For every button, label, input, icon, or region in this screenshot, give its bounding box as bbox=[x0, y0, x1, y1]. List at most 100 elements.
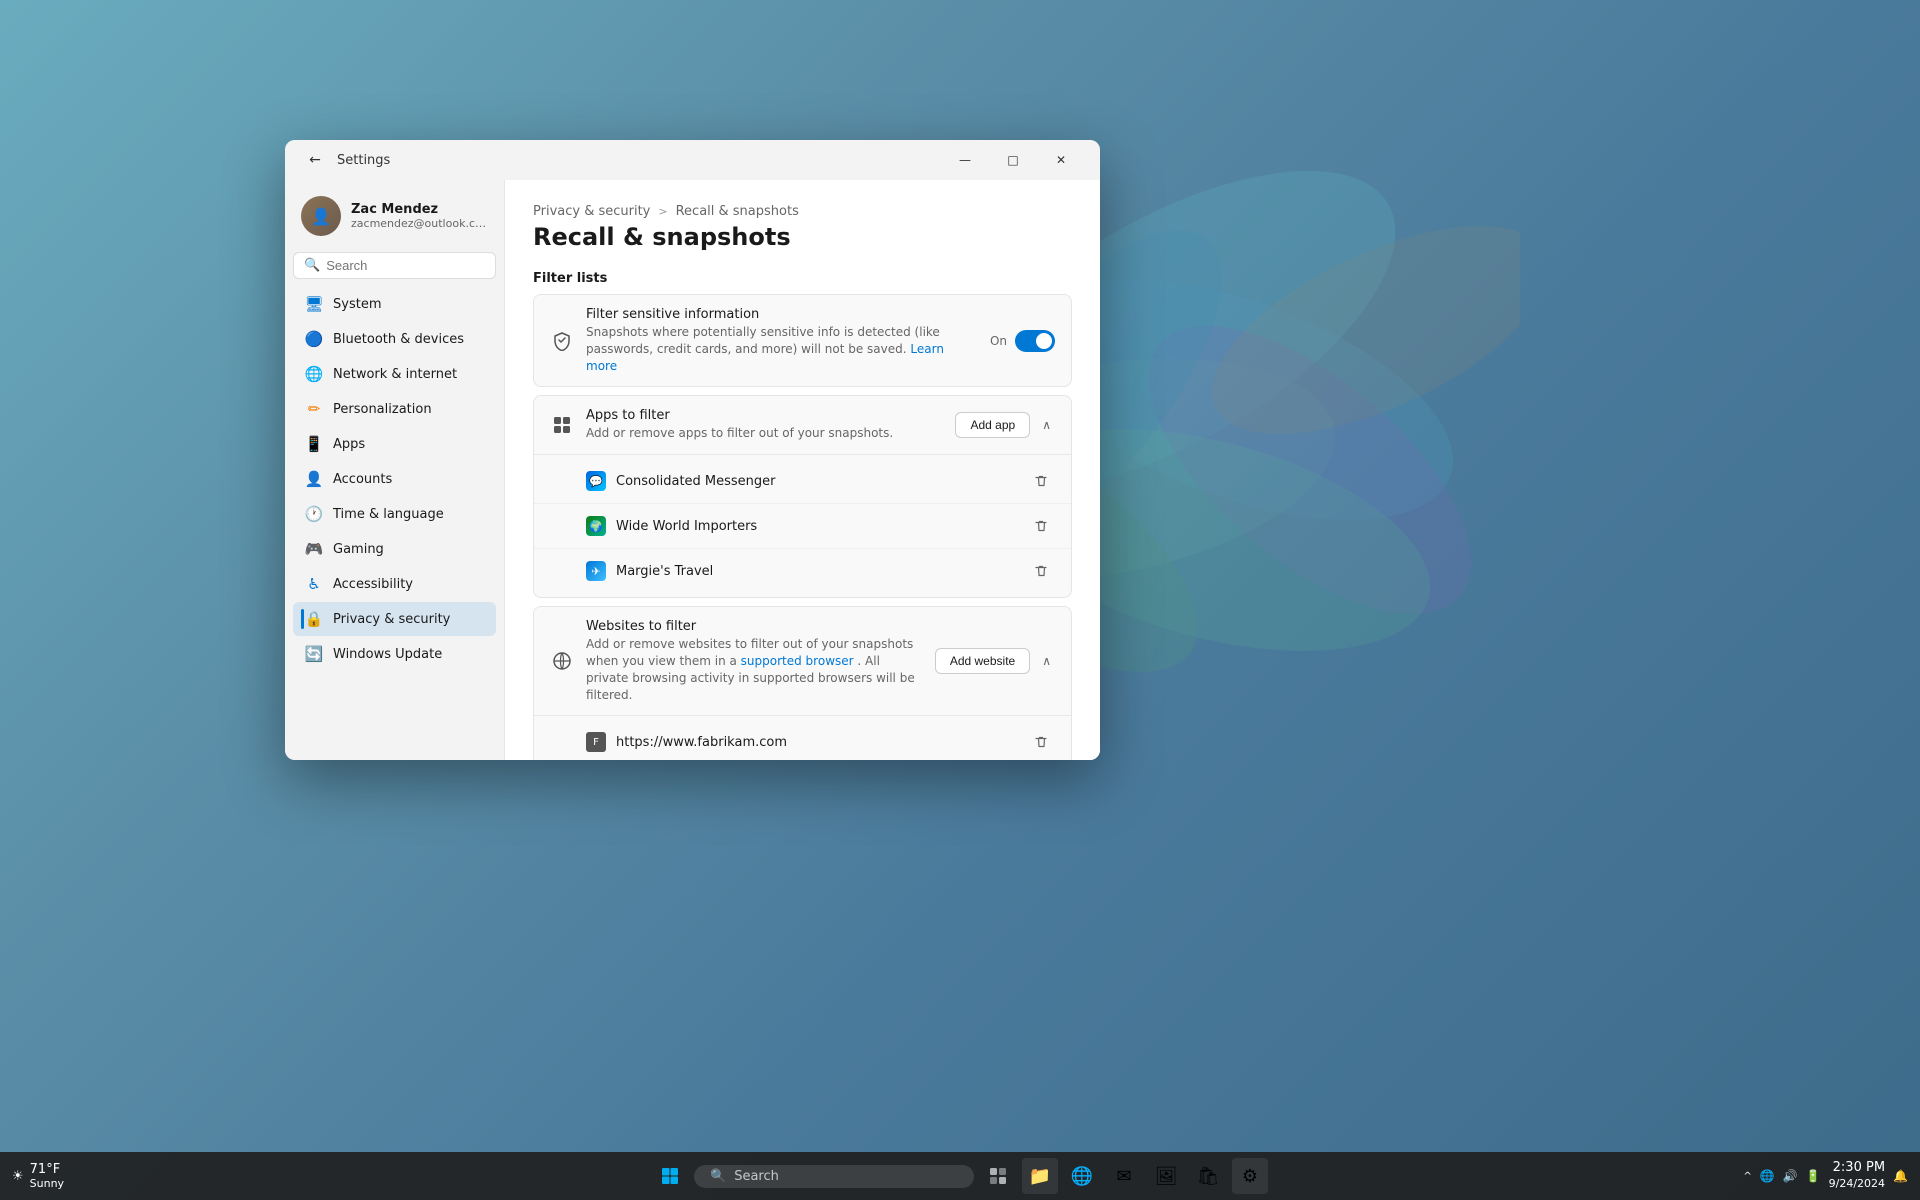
personalization-icon: ✏ bbox=[305, 400, 323, 418]
volume-icon[interactable]: 🔊 bbox=[1783, 1169, 1798, 1183]
sidebar-search-box[interactable]: 🔍 bbox=[293, 252, 496, 279]
websites-filter-chevron[interactable]: ∧ bbox=[1038, 650, 1055, 672]
apps-filter-action: Add app ∧ bbox=[955, 412, 1055, 438]
filter-lists-title: Filter lists bbox=[533, 271, 1072, 286]
apps-to-filter-header-row: Apps to filter Add or remove apps to fil… bbox=[534, 396, 1071, 455]
supported-browser-link[interactable]: supported browser bbox=[741, 654, 854, 668]
battery-icon[interactable]: 🔋 bbox=[1806, 1169, 1821, 1183]
sidebar-item-accessibility[interactable]: ♿ Accessibility bbox=[293, 567, 496, 601]
taskbar-icon-photos[interactable]: 🖼 bbox=[1148, 1158, 1184, 1194]
app-item-margies-travel: ✈ Margie's Travel bbox=[534, 549, 1071, 593]
sidebar-item-personalization[interactable]: ✏ Personalization bbox=[293, 392, 496, 426]
taskbar-time[interactable]: 2:30 PM 9/24/2024 bbox=[1829, 1160, 1885, 1191]
settings-body: 👤 Zac Mendez zacmendez@outlook.com 🔍 🖥 S… bbox=[285, 180, 1100, 760]
minimize-button[interactable]: — bbox=[942, 144, 988, 176]
sidebar-label-privacy: Privacy & security bbox=[333, 612, 450, 627]
avatar-image: 👤 bbox=[301, 196, 341, 236]
network-tray-icon[interactable]: 🌐 bbox=[1760, 1169, 1775, 1183]
weather-widget[interactable]: ☀ 71°F Sunny bbox=[12, 1162, 64, 1190]
taskbar: ☀ 71°F Sunny 🔍 Search bbox=[0, 1152, 1920, 1200]
explorer-icon: 📁 bbox=[1029, 1166, 1051, 1187]
breadcrumb-separator: > bbox=[658, 205, 667, 218]
margies-travel-name: Margie's Travel bbox=[616, 564, 1017, 579]
accounts-icon: 👤 bbox=[305, 470, 323, 488]
wide-world-importers-icon: 🌍 bbox=[586, 516, 606, 536]
taskbar-left: ☀ 71°F Sunny bbox=[12, 1162, 64, 1190]
filter-sensitive-desc-text: Snapshots where potentially sensitive in… bbox=[586, 325, 940, 356]
app-item-wide-world-importers: 🌍 Wide World Importers bbox=[534, 504, 1071, 549]
sidebar-label-accounts: Accounts bbox=[333, 472, 392, 487]
notification-icon[interactable]: 🔔 bbox=[1893, 1169, 1908, 1183]
apps-filter-chevron[interactable]: ∧ bbox=[1038, 414, 1055, 436]
sidebar-item-windows-update[interactable]: 🔄 Windows Update bbox=[293, 637, 496, 671]
sidebar-label-gaming: Gaming bbox=[333, 542, 384, 557]
taskbar-search[interactable]: 🔍 Search bbox=[694, 1165, 974, 1188]
sidebar-label-apps: Apps bbox=[333, 437, 365, 452]
add-app-button[interactable]: Add app bbox=[955, 412, 1030, 438]
sidebar-label-time: Time & language bbox=[333, 507, 444, 522]
user-email: zacmendez@outlook.com bbox=[351, 217, 488, 230]
filter-sensitive-toggle[interactable] bbox=[1015, 330, 1055, 352]
window-controls: — □ ✕ bbox=[942, 144, 1084, 176]
system-icon: 🖥 bbox=[305, 295, 323, 313]
weather-icon: ☀ bbox=[12, 1169, 24, 1184]
delete-fabrikam-button[interactable] bbox=[1027, 728, 1055, 756]
sidebar-label-network: Network & internet bbox=[333, 367, 457, 382]
sidebar-label-accessibility: Accessibility bbox=[333, 577, 413, 592]
sidebar-item-network[interactable]: 🌐 Network & internet bbox=[293, 357, 496, 391]
taskbar-icon-explorer[interactable]: 📁 bbox=[1022, 1158, 1058, 1194]
sidebar-search-input[interactable] bbox=[326, 258, 502, 273]
store-icon: 🛍 bbox=[1197, 1166, 1220, 1187]
sidebar-item-privacy[interactable]: 🔒 Privacy & security bbox=[293, 602, 496, 636]
settings-taskbar-icon: ⚙ bbox=[1242, 1166, 1258, 1187]
avatar-initial: 👤 bbox=[311, 207, 331, 226]
sidebar-label-windows-update: Windows Update bbox=[333, 647, 442, 662]
add-website-button[interactable]: Add website bbox=[935, 648, 1030, 674]
websites-to-filter-header-row: Websites to filter Add or remove website… bbox=[534, 607, 1071, 716]
weather-info: 71°F Sunny bbox=[30, 1162, 64, 1190]
filter-sensitive-card: Filter sensitive information Snapshots w… bbox=[533, 294, 1072, 387]
taskbar-center: 🔍 Search 📁 🌐 ✉ 🖼 🛍 ⚙ bbox=[652, 1158, 1268, 1194]
apps-to-filter-card: Apps to filter Add or remove apps to fil… bbox=[533, 395, 1072, 598]
task-view-button[interactable] bbox=[980, 1158, 1016, 1194]
back-button[interactable]: ← bbox=[301, 146, 329, 174]
sidebar-item-bluetooth[interactable]: 🔵 Bluetooth & devices bbox=[293, 322, 496, 356]
settings-window: ← Settings — □ ✕ 👤 Zac Mendez zacmendez@… bbox=[285, 140, 1100, 760]
websites-to-filter-card: Websites to filter Add or remove website… bbox=[533, 606, 1072, 760]
search-icon: 🔍 bbox=[304, 258, 320, 273]
window-title: Settings bbox=[337, 153, 934, 168]
delete-margies-travel-button[interactable] bbox=[1027, 557, 1055, 585]
sidebar-item-apps[interactable]: 📱 Apps bbox=[293, 427, 496, 461]
apps-filter-desc: Add or remove apps to filter out of your… bbox=[586, 425, 943, 442]
windows-update-icon: 🔄 bbox=[305, 645, 323, 663]
main-content: Privacy & security > Recall & snapshots … bbox=[505, 180, 1100, 760]
sidebar-item-time[interactable]: 🕐 Time & language bbox=[293, 497, 496, 531]
filter-sensitive-desc: Snapshots where potentially sensitive in… bbox=[586, 324, 978, 374]
filter-sensitive-content: Filter sensitive information Snapshots w… bbox=[586, 307, 978, 374]
maximize-button[interactable]: □ bbox=[990, 144, 1036, 176]
sidebar-item-system[interactable]: 🖥 System bbox=[293, 287, 496, 321]
breadcrumb-parent[interactable]: Privacy & security bbox=[533, 204, 650, 219]
user-profile[interactable]: 👤 Zac Mendez zacmendez@outlook.com bbox=[293, 188, 496, 248]
taskbar-icon-mail[interactable]: ✉ bbox=[1106, 1158, 1142, 1194]
taskbar-icon-edge[interactable]: 🌐 bbox=[1064, 1158, 1100, 1194]
sidebar-item-gaming[interactable]: 🎮 Gaming bbox=[293, 532, 496, 566]
close-button[interactable]: ✕ bbox=[1038, 144, 1084, 176]
sidebar-item-accounts[interactable]: 👤 Accounts bbox=[293, 462, 496, 496]
page-title: Recall & snapshots bbox=[533, 223, 1072, 251]
delete-consolidated-messenger-button[interactable] bbox=[1027, 467, 1055, 495]
websites-filter-action: Add website ∧ bbox=[935, 648, 1055, 674]
taskbar-icon-store[interactable]: 🛍 bbox=[1190, 1158, 1226, 1194]
breadcrumb-current: Recall & snapshots bbox=[676, 204, 799, 219]
avatar: 👤 bbox=[301, 196, 341, 236]
fabrikam-icon: F bbox=[586, 732, 606, 752]
websites-filter-content: Websites to filter Add or remove website… bbox=[586, 619, 923, 703]
chevron-up-icon[interactable]: ^ bbox=[1743, 1171, 1751, 1182]
start-button[interactable] bbox=[652, 1158, 688, 1194]
delete-wide-world-importers-button[interactable] bbox=[1027, 512, 1055, 540]
websites-filter-icon bbox=[550, 649, 574, 673]
sidebar: 👤 Zac Mendez zacmendez@outlook.com 🔍 🖥 S… bbox=[285, 180, 505, 760]
sidebar-label-system: System bbox=[333, 297, 381, 312]
wide-world-importers-name: Wide World Importers bbox=[616, 519, 1017, 534]
taskbar-icon-settings[interactable]: ⚙ bbox=[1232, 1158, 1268, 1194]
